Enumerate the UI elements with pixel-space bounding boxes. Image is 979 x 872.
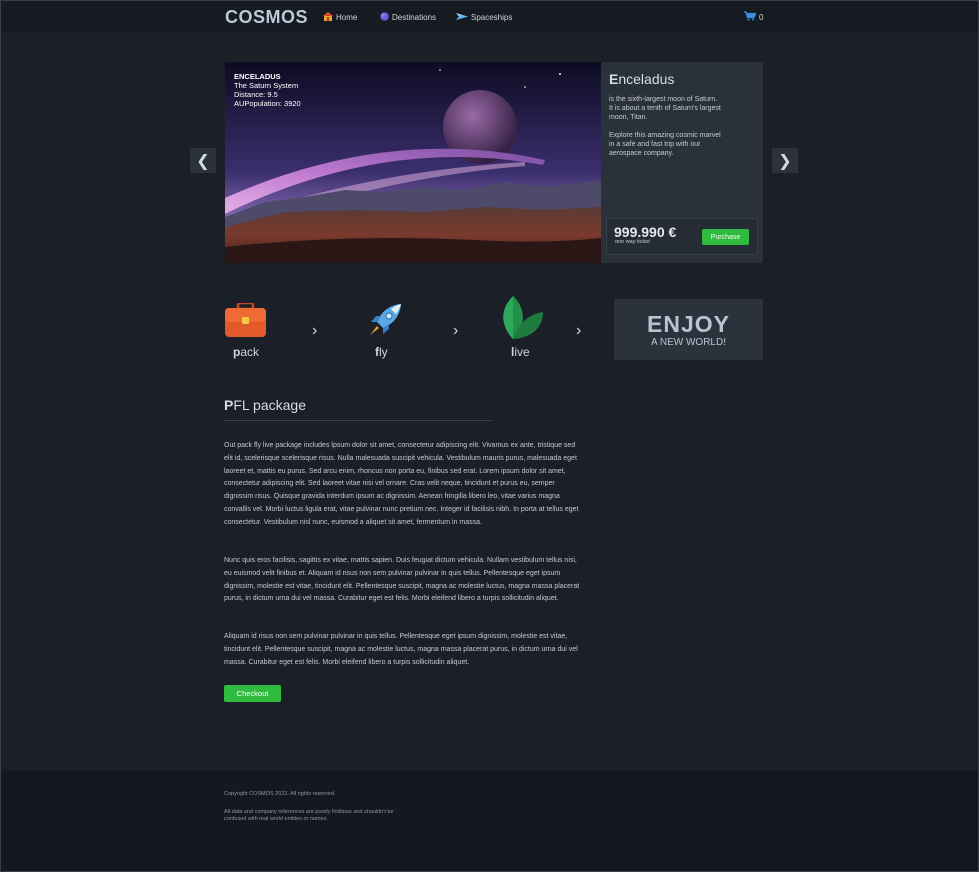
hero-population: AUPopulation: 3920 [234, 99, 301, 108]
chevron-right-icon: ❯ [778, 152, 792, 170]
spaceship-icon [456, 12, 468, 23]
title-divider [224, 420, 493, 421]
cart-button[interactable]: 0 [744, 11, 763, 23]
logo[interactable]: COSMOS [225, 7, 308, 28]
price-value: 999.990 € [614, 224, 677, 240]
nav-home-link[interactable]: Home [323, 12, 357, 23]
top-navbar: COSMOS Home Destinations Spaceships 0 [1, 1, 978, 32]
destination-desc-1: is the sixth-largest moon of Saturn. It … [609, 96, 721, 121]
chevron-right-icon: › [453, 322, 459, 339]
footer-copyright: Copyright COSMOS 2022. All rights reserv… [224, 791, 336, 797]
chevron-right-icon: › [576, 322, 582, 339]
briefcase-icon [225, 301, 266, 342]
enjoy-subtitle: A NEW WORLD! [650, 337, 726, 348]
slider-prev-button[interactable]: ❮ [190, 148, 216, 173]
nav-spaceships-label: Spaceships [471, 13, 513, 22]
price-subtitle: one way ticket [615, 239, 650, 245]
enjoy-title: ENJOY [647, 311, 730, 337]
package-paragraph-1: Out pack fly live package includes lpsum… [224, 442, 579, 526]
footer [1, 771, 978, 871]
nav-home-label: Home [336, 13, 358, 22]
hero-info: ENCELADUS The Saturn System Distance: 9.… [234, 72, 301, 108]
nav-destinations-link[interactable]: Destinations [380, 12, 436, 23]
cart-count: 0 [759, 12, 764, 22]
hero-system: The Saturn System [234, 81, 299, 90]
package-paragraph-2: Nunc quis eros facilisis, sagittis ex vi… [224, 557, 580, 603]
destination-title: Enceladus [609, 71, 675, 87]
package-paragraph-3: Aliquam id risus non sem pulvinar pulvin… [224, 633, 578, 666]
step-fly-label: fly [375, 345, 388, 359]
hero-image: ENCELADUS The Saturn System Distance: 9.… [225, 62, 601, 263]
step-pack-label: pack [233, 345, 260, 359]
enjoy-banner: ENJOY A NEW WORLD! [614, 299, 763, 360]
price-box: 999.990 € one way ticket Purchase [606, 218, 758, 255]
package-title: PFL package [224, 397, 306, 413]
rocket-icon [367, 302, 403, 343]
house-icon [323, 12, 333, 23]
footer-disclaimer: All data and company references are pure… [224, 809, 394, 822]
hero-destination-name: ENCELADUS [234, 72, 281, 81]
leaf-icon [499, 296, 544, 345]
step-live-label: live [511, 345, 530, 359]
checkout-button[interactable]: Checkout [224, 685, 281, 702]
nav-spaceships-link[interactable]: Spaceships [456, 12, 512, 23]
destination-desc-2: Explore this amazing cosmic marvel in a … [609, 132, 721, 157]
destination-description: is the sixth-largest moon of Saturn. It … [609, 95, 721, 158]
hero-distance: Distance: 9.5 [234, 90, 278, 99]
chevron-right-icon: › [312, 322, 318, 339]
cart-icon [744, 11, 757, 23]
purchase-button[interactable]: Purchase [702, 229, 749, 245]
slider-next-button[interactable]: ❯ [772, 148, 798, 173]
chevron-left-icon: ❮ [196, 152, 210, 170]
nav-destinations-label: Destinations [392, 13, 437, 22]
planet-icon [380, 12, 389, 23]
